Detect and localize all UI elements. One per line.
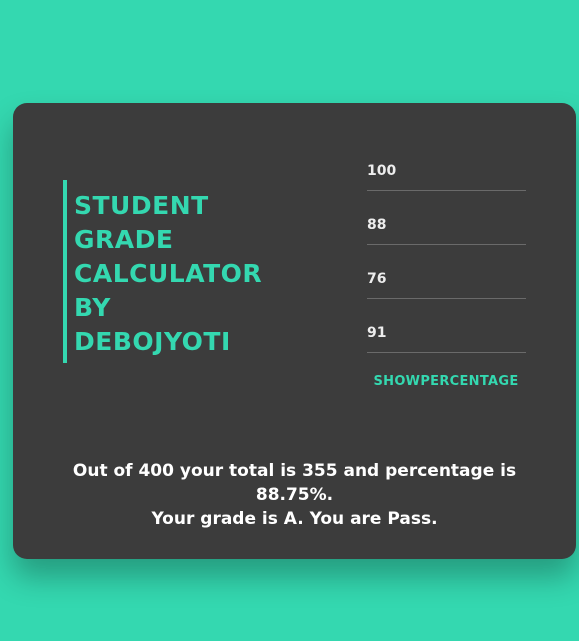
grade-calculator-card: STUDENT GRADE CALCULATOR BY DEBOJYOTI 10…: [13, 103, 576, 559]
title-line: DEBOJYOTI: [74, 327, 231, 356]
title-line: STUDENT: [74, 191, 209, 220]
result-grade-text: Your grade is A. You are Pass.: [151, 509, 438, 529]
title-line: BY: [74, 293, 111, 322]
marks-field-4[interactable]: 91: [367, 299, 526, 353]
marks-input-group: 100 88 76 91: [367, 153, 526, 353]
title-line: GRADE: [74, 225, 174, 254]
result-total-text: Out of 400 your total is 355 and percent…: [72, 461, 517, 505]
marks-field-3[interactable]: 76: [367, 245, 526, 299]
show-percentage-button[interactable]: SHOWPERCENTAGE: [372, 368, 520, 394]
marks-field-4-value: 91: [367, 325, 387, 341]
result-message: Out of 400 your total is 355 and percent…: [13, 459, 576, 531]
marks-field-2[interactable]: 88: [367, 191, 526, 245]
marks-field-2-value: 88: [367, 217, 387, 233]
app-title: STUDENT GRADE CALCULATOR BY DEBOJYOTI: [63, 180, 283, 363]
title-line: CALCULATOR: [74, 259, 263, 288]
marks-field-1-value: 100: [367, 163, 397, 179]
marks-field-3-value: 76: [367, 271, 387, 287]
marks-field-1[interactable]: 100: [367, 153, 526, 191]
